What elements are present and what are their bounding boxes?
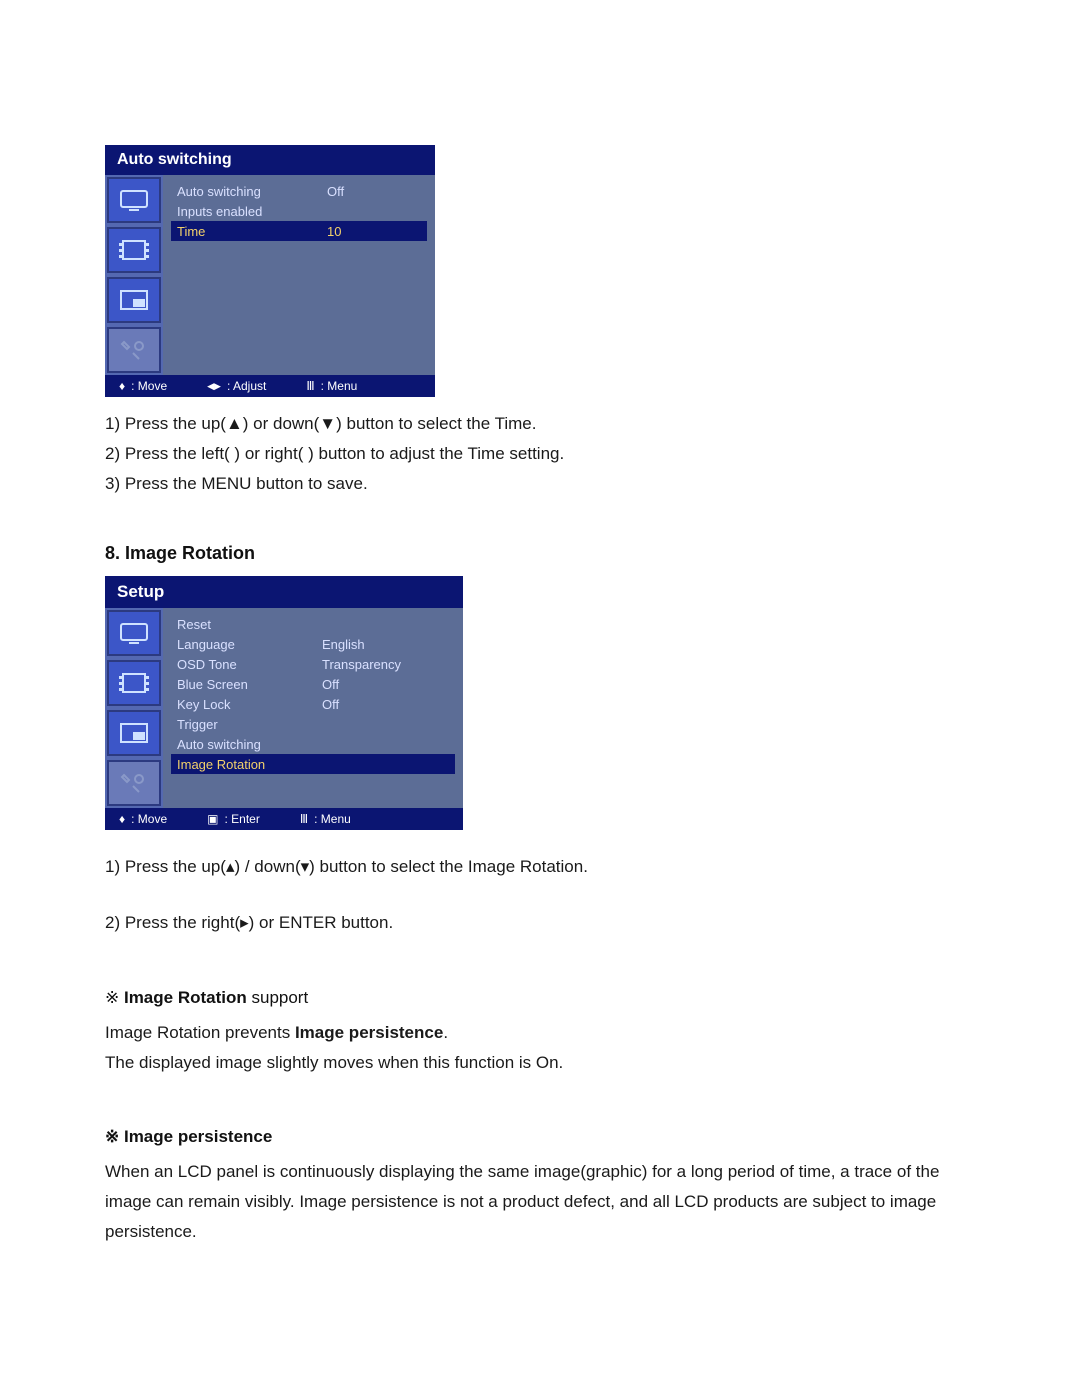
note-bold: ※ Image persistence [105,1127,272,1146]
osd-tab-pip[interactable] [107,710,161,756]
note-bold: Image persistence [295,1023,443,1042]
instruction-line: 1) Press the up(▴) / down(▾) button to s… [105,852,980,882]
note-text: Image Rotation prevents [105,1023,295,1042]
updown-icon: ♦ [119,812,125,826]
instruction-line: 1) Press the up(▲) or down(▼) button to … [105,409,980,439]
menu-row[interactable]: Key LockOff [171,694,455,714]
leftright-icon: ◀▶ [207,381,221,392]
menu-value: 10 [327,224,421,239]
menu-row[interactable]: LanguageEnglish [171,634,455,654]
menu-label: Reset [177,617,322,632]
note-text: The displayed image slightly moves when … [105,1048,980,1078]
osd-title: Setup [105,576,463,608]
film-icon [119,672,149,694]
menu-label: Auto switching [177,184,327,199]
tools-icon [119,772,149,794]
note-body: Image Rotation prevents Image persistenc… [105,1018,980,1078]
footer-enter: : Enter [224,812,259,826]
section-heading: 8. Image Rotation [105,543,980,564]
monitor-icon [119,189,149,211]
footer-move: : Move [131,379,167,393]
note-bold: Image Rotation [124,988,247,1007]
updown-icon: ♦ [119,379,125,393]
menu-row[interactable]: Trigger [171,714,455,734]
menu-value: Off [327,184,421,199]
footer-adjust: : Adjust [227,379,266,393]
square-icon: ▣ [207,812,218,826]
menu-value: Off [322,697,449,712]
osd-sidebar [105,608,163,808]
note-body: When an LCD panel is continuously displa… [105,1157,980,1246]
menu-row[interactable]: Blue ScreenOff [171,674,455,694]
osd-setup: Setup Reset LanguageEnglish OSD To [105,576,463,830]
osd-tab-video[interactable] [107,227,161,273]
menu-label: OSD Tone [177,657,322,672]
menu-value: Off [322,677,449,692]
pip-icon [119,289,149,311]
osd-tab-pip[interactable] [107,277,161,323]
osd-sidebar [105,175,163,375]
osd-tab-video[interactable] [107,660,161,706]
note-text: When an LCD panel is continuously displa… [105,1157,980,1246]
osd-menu-list: Auto switchingOff Inputs enabled Time10 [163,175,435,375]
menu-row[interactable]: Inputs enabled [171,201,427,221]
note-heading: ※ Image persistence [105,1127,980,1147]
menu-value: English [322,637,449,652]
osd-footer: ♦ : Move ◀▶ : Adjust Ⅲ : Menu [105,375,435,397]
menu-label: Auto switching [177,737,322,752]
note-text: . [443,1023,448,1042]
film-icon [119,239,149,261]
instruction-line: 2) Press the right(▸) or ENTER button. [105,908,980,938]
menu-label: Blue Screen [177,677,322,692]
instructions-block-1: 1) Press the up(▲) or down(▼) button to … [105,409,980,498]
osd-tab-picture[interactable] [107,177,161,223]
monitor-icon [119,622,149,644]
menu-row[interactable]: Auto switchingOff [171,181,427,201]
osd-title: Auto switching [105,145,435,175]
note-prefix: ※ [105,988,124,1007]
menu-label: Image Rotation [177,757,322,772]
menu-value: Transparency [322,657,449,672]
menu-row[interactable]: Image Rotation [171,754,455,774]
footer-menu: : Menu [314,812,351,826]
osd-auto-switching: Auto switching Auto switchingOff Inputs … [105,145,435,397]
menu-label: Time [177,224,327,239]
osd-footer: ♦ : Move ▣ : Enter Ⅲ : Menu [105,808,463,830]
pip-icon [119,722,149,744]
menu-label: Trigger [177,717,322,732]
osd-tab-setup[interactable] [107,760,161,806]
menu-row[interactable]: OSD ToneTransparency [171,654,455,674]
menu-icon: Ⅲ [300,812,308,826]
footer-move: : Move [131,812,167,826]
menu-icon: Ⅲ [306,379,314,393]
footer-menu: : Menu [321,379,358,393]
osd-tab-picture[interactable] [107,610,161,656]
menu-row[interactable]: Auto switching [171,734,455,754]
menu-row[interactable]: Time10 [171,221,427,241]
osd-menu-list: Reset LanguageEnglish OSD ToneTransparen… [163,608,463,808]
menu-label: Language [177,637,322,652]
note-suffix: support [247,988,308,1007]
osd-tab-setup[interactable] [107,327,161,373]
note-heading: ※ Image Rotation support [105,988,980,1008]
menu-label: Key Lock [177,697,322,712]
instruction-line: 2) Press the left( ) or right( ) button … [105,439,980,469]
menu-label: Inputs enabled [177,204,327,219]
instruction-line: 3) Press the MENU button to save. [105,469,980,499]
instructions-block-2: 1) Press the up(▴) / down(▾) button to s… [105,852,980,938]
tools-icon [119,339,149,361]
menu-row[interactable]: Reset [171,614,455,634]
